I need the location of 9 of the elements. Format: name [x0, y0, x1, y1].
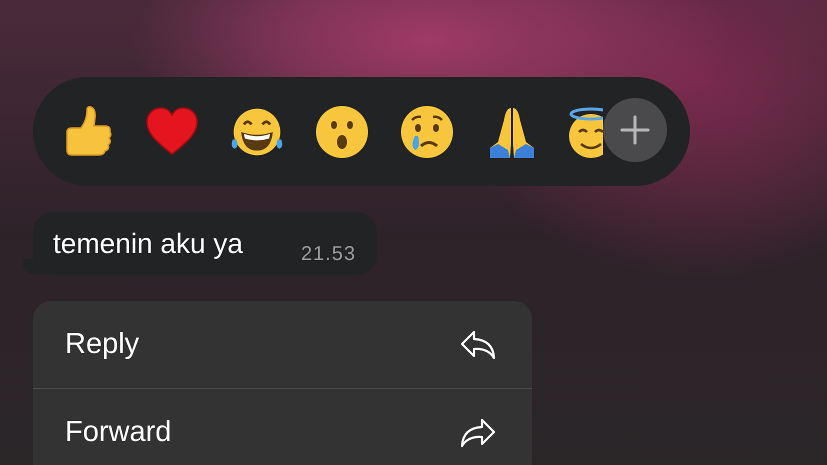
message-text: temenin aku ya — [53, 228, 243, 260]
menu-item[interactable]: Forward — [33, 389, 532, 465]
reply-icon — [460, 330, 496, 360]
menu-item[interactable]: Reply — [33, 301, 532, 389]
surprised-face-icon[interactable] — [314, 104, 370, 160]
plus-icon — [620, 115, 650, 145]
crying-face-icon[interactable] — [399, 104, 455, 160]
message-time: 21.53 — [300, 243, 356, 266]
forward-icon — [460, 418, 496, 448]
